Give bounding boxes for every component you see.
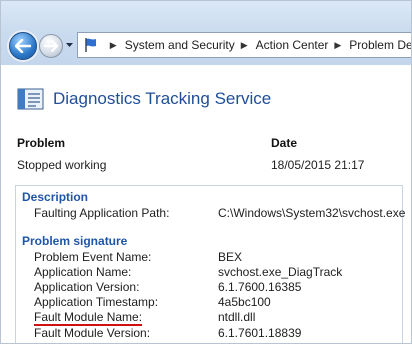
- problem-date: 18/05/2015 21:17: [271, 158, 365, 172]
- problem-status: Stopped working: [17, 158, 107, 172]
- detail-label: Application Timestamp:: [34, 295, 159, 309]
- detail-row: Application Timestamp: 4a5bc100: [34, 295, 400, 309]
- forward-button[interactable]: [39, 34, 63, 58]
- detail-value: ntdll.dll: [218, 310, 256, 324]
- problem-details-panel: Description Faulting Application Path: C…: [15, 185, 405, 343]
- date-column-heading: Date: [271, 136, 298, 150]
- detail-label: Faulting Application Path:: [34, 206, 170, 220]
- action-center-flag-icon: [82, 35, 100, 55]
- breadcrumb-separator-icon[interactable]: ▶: [241, 40, 248, 51]
- detail-row: Fault Module Version: 6.1.7601.18839: [34, 326, 400, 340]
- breadcrumb-system-and-security[interactable]: System and Security: [125, 38, 235, 52]
- problem-details-content: Diagnostics Tracking Service Problem Dat…: [1, 67, 411, 343]
- detail-label: Application Version:: [34, 280, 140, 294]
- detail-label: Fault Module Version:: [34, 326, 151, 340]
- breadcrumb-separator-icon[interactable]: ▶: [110, 40, 117, 51]
- detail-value: 4a5bc100: [218, 295, 271, 309]
- detail-value: C:\Windows\System32\svchost.exe: [218, 206, 406, 220]
- report-window-icon: [17, 88, 44, 110]
- detail-row: Problem Event Name: BEX: [34, 250, 400, 264]
- breadcrumb-separator-icon[interactable]: ▶: [334, 40, 341, 51]
- problem-signature-section-title: Problem signature: [22, 234, 128, 248]
- detail-row: Faulting Application Path: C:\Windows\Sy…: [34, 206, 405, 220]
- detail-label: Application Name:: [34, 265, 132, 279]
- detail-label: Problem Event Name:: [34, 250, 152, 264]
- detail-value: 6.1.7601.18839: [218, 326, 302, 340]
- breadcrumb-action-center[interactable]: Action Center: [256, 38, 329, 52]
- detail-row: Application Version: 6.1.7600.16385: [34, 280, 400, 294]
- breadcrumb-problem-details[interactable]: Problem Det: [349, 38, 411, 52]
- page-title: Diagnostics Tracking Service: [53, 89, 272, 108]
- detail-row-fault-module-name: Fault Module Name: ntdll.dll: [34, 310, 400, 324]
- window: ▶ System and Security ▶ Action Center ▶ …: [0, 0, 412, 344]
- detail-row: Application Name: svchost.exe_DiagTrack: [34, 265, 400, 279]
- detail-value: svchost.exe_DiagTrack: [218, 265, 343, 279]
- description-section-title: Description: [22, 190, 89, 204]
- recent-pages-chevron-down-icon[interactable]: [65, 41, 74, 50]
- detail-value: 6.1.7600.16385: [218, 280, 302, 294]
- address-bar[interactable]: ▶ System and Security ▶ Action Center ▶ …: [77, 32, 411, 58]
- forward-arrow-icon: [44, 40, 58, 52]
- back-button[interactable]: [9, 32, 37, 60]
- detail-label: Fault Module Name:: [34, 310, 143, 324]
- problem-column-heading: Problem: [17, 136, 66, 150]
- detail-value: BEX: [218, 250, 243, 264]
- back-arrow-icon: [15, 39, 31, 53]
